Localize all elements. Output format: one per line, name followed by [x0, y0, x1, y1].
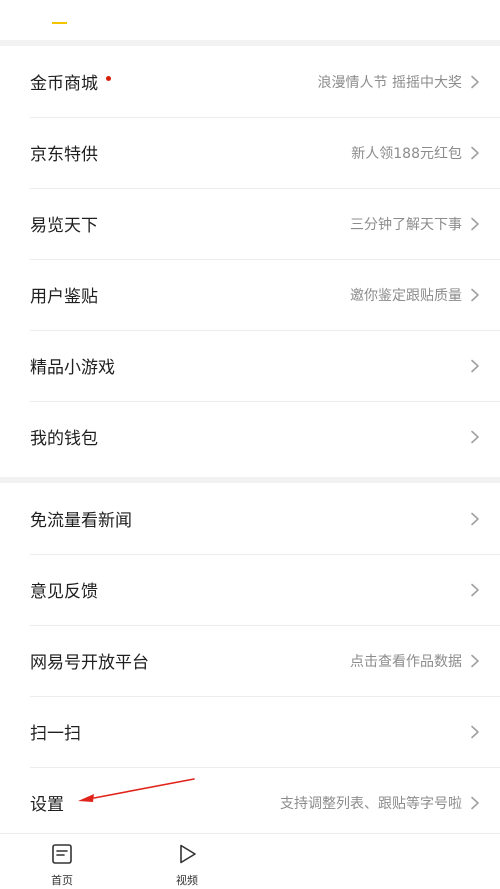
- menu-item-jd-special[interactable]: 京东特供 新人领188元红包: [0, 117, 500, 188]
- menu-item-feedback[interactable]: 意见反馈: [0, 554, 500, 625]
- tab-video[interactable]: 视频: [157, 842, 217, 888]
- play-icon: [180, 844, 196, 864]
- menu-item-label: 扫一扫: [30, 724, 81, 744]
- menu-item-label: 免流量看新闻: [30, 511, 132, 531]
- menu-item-label: 用户鉴贴: [30, 287, 98, 307]
- menu-item-label: 精品小游戏: [30, 358, 115, 378]
- tab-home-label: 首页: [51, 874, 73, 887]
- menu-item-wallet[interactable]: 我的钱包: [0, 401, 500, 472]
- menu-item-hint: 浪漫情人节 摇摇中大奖: [317, 74, 462, 91]
- menu-item-open-platform[interactable]: 网易号开放平台 点击查看作品数据: [0, 625, 500, 696]
- chevron-right-icon: [468, 217, 482, 231]
- menu-section-2: 免流量看新闻 意见反馈 网易号开放平台 点击查看作品数据 扫一扫 设置 支持调整…: [0, 483, 500, 833]
- menu-item-hint: 支持调整列表、跟贴等字号啦: [280, 795, 462, 812]
- menu-item-free-data-news[interactable]: 免流量看新闻: [0, 483, 500, 554]
- news-page-icon: [52, 844, 72, 864]
- chevron-right-icon: [468, 75, 482, 89]
- header-accent-line: [52, 22, 67, 24]
- tab-home[interactable]: 首页: [32, 842, 92, 888]
- menu-item-label: 易览天下: [30, 216, 98, 236]
- menu-item-hint: 邀你鉴定跟贴质量: [350, 287, 462, 304]
- menu-item-hint: 三分钟了解天下事: [350, 216, 462, 233]
- tab-video-label: 视频: [176, 874, 198, 887]
- chevron-right-icon: [468, 796, 482, 810]
- chevron-right-icon: [468, 512, 482, 526]
- chevron-right-icon: [468, 359, 482, 373]
- menu-item-settings[interactable]: 设置 支持调整列表、跟贴等字号啦: [0, 767, 500, 838]
- chevron-right-icon: [468, 583, 482, 597]
- chevron-right-icon: [468, 654, 482, 668]
- menu-item-label: 设置: [30, 795, 64, 815]
- menu-item-yilan[interactable]: 易览天下 三分钟了解天下事: [0, 188, 500, 259]
- menu-item-label: 意见反馈: [30, 582, 98, 602]
- menu-item-user-review[interactable]: 用户鉴贴 邀你鉴定跟贴质量: [0, 259, 500, 330]
- menu-item-label: 我的钱包: [30, 429, 98, 449]
- menu-item-hint: 新人领188元红包: [351, 145, 462, 162]
- chevron-right-icon: [468, 430, 482, 444]
- chevron-right-icon: [468, 288, 482, 302]
- top-header-strip: [0, 0, 500, 40]
- menu-item-label: 京东特供: [30, 145, 98, 165]
- chevron-right-icon: [468, 146, 482, 160]
- notification-dot-icon: [106, 76, 111, 81]
- menu-item-scan[interactable]: 扫一扫: [0, 696, 500, 767]
- menu-section-1: 金币商城 浪漫情人节 摇摇中大奖 京东特供 新人领188元红包 易览天下 三分钟…: [0, 46, 500, 477]
- menu-item-label: 网易号开放平台: [30, 653, 149, 673]
- bottom-tab-bar: 首页 视频: [0, 833, 500, 889]
- chevron-right-icon: [468, 725, 482, 739]
- menu-item-mini-games[interactable]: 精品小游戏: [0, 330, 500, 401]
- menu-item-label: 金币商城: [30, 74, 98, 94]
- menu-item-hint: 点击查看作品数据: [350, 653, 462, 670]
- menu-item-gold-mall[interactable]: 金币商城 浪漫情人节 摇摇中大奖: [0, 46, 500, 117]
